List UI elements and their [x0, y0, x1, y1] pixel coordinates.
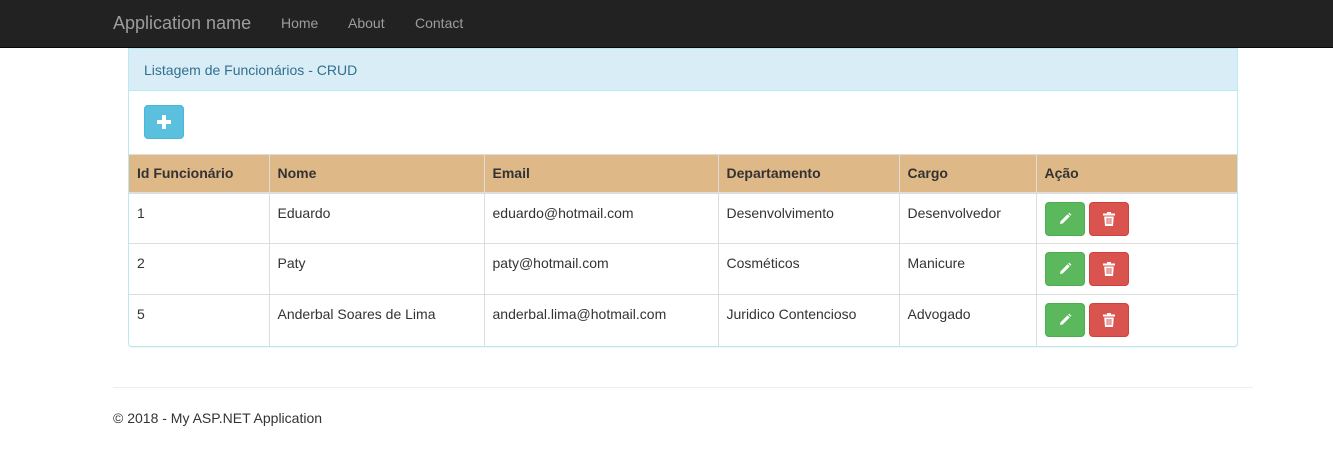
nav-link-about[interactable]: About: [348, 15, 385, 31]
panel-heading: Listagem de Funcionários - CRUD: [129, 49, 1237, 91]
trash-icon: [1103, 313, 1116, 327]
edit-button[interactable]: [1044, 303, 1085, 337]
cell-name: Anderbal Soares de Lima: [268, 294, 485, 346]
column-header-email: Email: [483, 154, 719, 194]
cell-email: paty@hotmail.com: [483, 243, 719, 295]
cell-name: Eduardo: [268, 192, 485, 244]
cell-role: Advogado: [898, 294, 1037, 346]
cell-department: Cosméticos: [717, 243, 900, 295]
table-header-row: Id Funcionário Nome Email Departamento C…: [129, 154, 1237, 194]
table-row: 1 Eduardo eduardo@hotmail.com Desenvolvi…: [129, 192, 1237, 244]
column-header-id: Id Funcionário: [129, 154, 270, 194]
nav-link-home[interactable]: Home: [281, 15, 318, 31]
table-row: 5 Anderbal Soares de Lima anderbal.lima@…: [129, 294, 1237, 346]
pencil-icon: [1059, 262, 1071, 274]
nav-link-contact[interactable]: Contact: [415, 15, 463, 31]
table-row: 2 Paty paty@hotmail.com Cosméticos Manic…: [129, 243, 1237, 295]
employees-panel: Listagem de Funcionários - CRUD Id Funci…: [128, 48, 1238, 347]
trash-icon: [1103, 262, 1116, 276]
cell-role: Manicure: [898, 243, 1037, 295]
pencil-icon: [1059, 212, 1071, 224]
column-header-name: Nome: [268, 154, 485, 194]
column-header-department: Departamento: [717, 154, 900, 194]
cell-id: 1: [129, 192, 270, 244]
column-header-role: Cargo: [898, 154, 1037, 194]
add-employee-button[interactable]: [144, 105, 184, 139]
cell-actions: [1035, 243, 1237, 295]
cell-email: anderbal.lima@hotmail.com: [483, 294, 719, 346]
edit-button[interactable]: [1044, 201, 1085, 236]
edit-button[interactable]: [1044, 252, 1085, 286]
cell-name: Paty: [268, 243, 485, 295]
navbar: Application name Home About Contact: [0, 0, 1333, 48]
delete-button[interactable]: [1089, 252, 1130, 286]
delete-button[interactable]: [1089, 201, 1130, 236]
plus-icon: [157, 115, 171, 129]
column-header-action: Ação: [1035, 154, 1237, 194]
pencil-icon: [1059, 313, 1071, 325]
employees-table: Id Funcionário Nome Email Departamento C…: [129, 154, 1237, 346]
cell-actions: [1035, 192, 1237, 244]
cell-department: Desenvolvimento: [717, 192, 900, 244]
footer-divider: [113, 387, 1253, 388]
cell-actions: [1035, 294, 1237, 346]
trash-icon: [1103, 211, 1116, 226]
cell-id: 2: [129, 243, 270, 295]
brand-link[interactable]: Application name: [113, 13, 251, 34]
cell-role: Desenvolvedor: [898, 192, 1037, 244]
footer-copyright: © 2018 - My ASP.NET Application: [113, 410, 323, 426]
cell-department: Juridico Contencioso: [717, 294, 900, 346]
cell-id: 5: [129, 294, 270, 346]
cell-email: eduardo@hotmail.com: [483, 192, 719, 244]
delete-button[interactable]: [1089, 303, 1130, 337]
